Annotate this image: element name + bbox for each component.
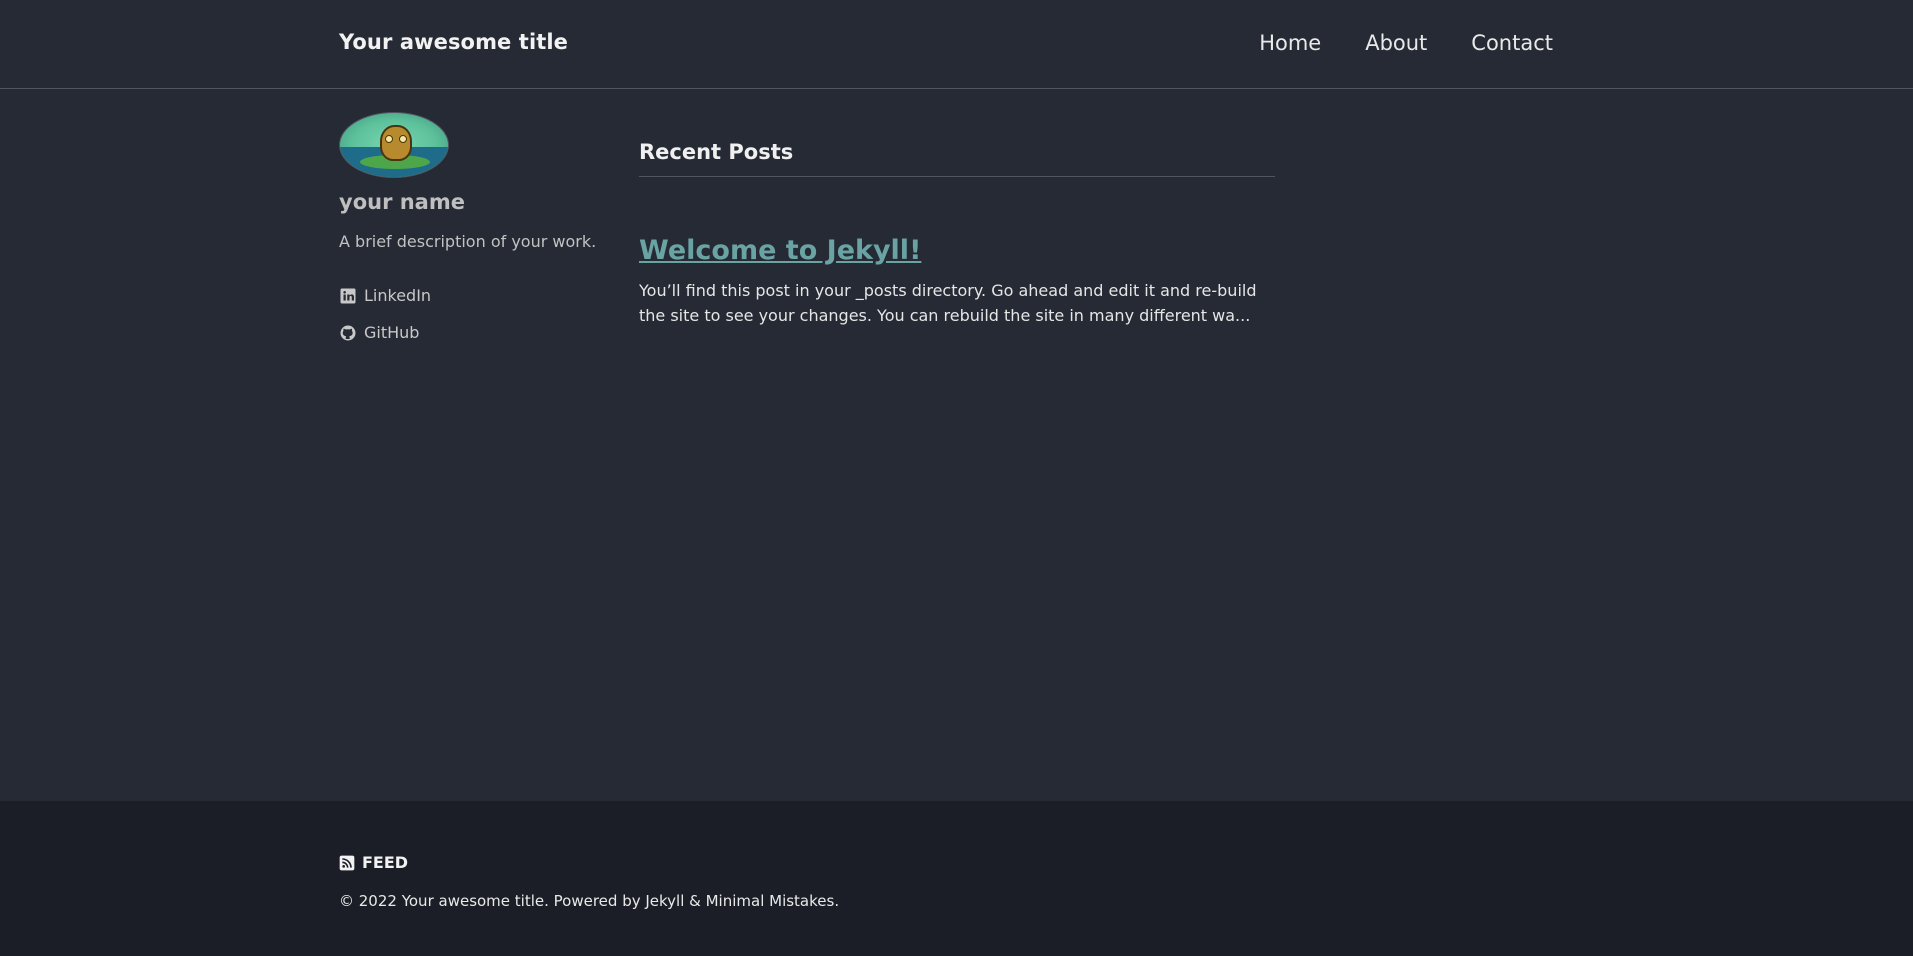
main-content: Recent Posts Welcome to Jekyll! You’ll f… bbox=[639, 140, 1275, 328]
linkedin-icon bbox=[340, 288, 356, 303]
feed-link[interactable]: FEED bbox=[339, 853, 408, 872]
site-title[interactable]: Your awesome title bbox=[339, 30, 568, 54]
avatar bbox=[339, 112, 449, 178]
post-title-link[interactable]: Welcome to Jekyll! bbox=[639, 235, 921, 266]
github-icon bbox=[340, 325, 356, 340]
feed-label: FEED bbox=[362, 853, 409, 872]
linkedin-link[interactable]: LinkedIn bbox=[339, 277, 599, 314]
author-name: your name bbox=[339, 190, 465, 214]
nav-home[interactable]: Home bbox=[1259, 31, 1321, 55]
github-label: GitHub bbox=[364, 323, 420, 342]
author-sidebar: your name A brief description of your wo… bbox=[339, 112, 599, 367]
page-footer: FEED © 2022 Your awesome title. Powered … bbox=[0, 801, 1913, 956]
copyright-text: © 2022 Your awesome title. Powered by Je… bbox=[339, 892, 840, 910]
top-nav: Home About Contact bbox=[1259, 31, 1553, 55]
author-links: LinkedIn GitHub bbox=[339, 277, 599, 351]
post-excerpt: You’ll find this post in your _posts dir… bbox=[639, 281, 1257, 325]
github-link[interactable]: GitHub bbox=[339, 314, 599, 351]
nav-contact[interactable]: Contact bbox=[1471, 31, 1553, 55]
nav-about[interactable]: About bbox=[1365, 31, 1427, 55]
rss-icon bbox=[339, 855, 355, 870]
post-item: Welcome to Jekyll! You’ll find this post… bbox=[639, 177, 1275, 328]
section-title: Recent Posts bbox=[639, 140, 1275, 177]
author-bio: A brief description of your work. bbox=[339, 232, 597, 251]
linkedin-label: LinkedIn bbox=[364, 286, 432, 305]
masthead: Your awesome title Home About Contact bbox=[0, 0, 1913, 89]
